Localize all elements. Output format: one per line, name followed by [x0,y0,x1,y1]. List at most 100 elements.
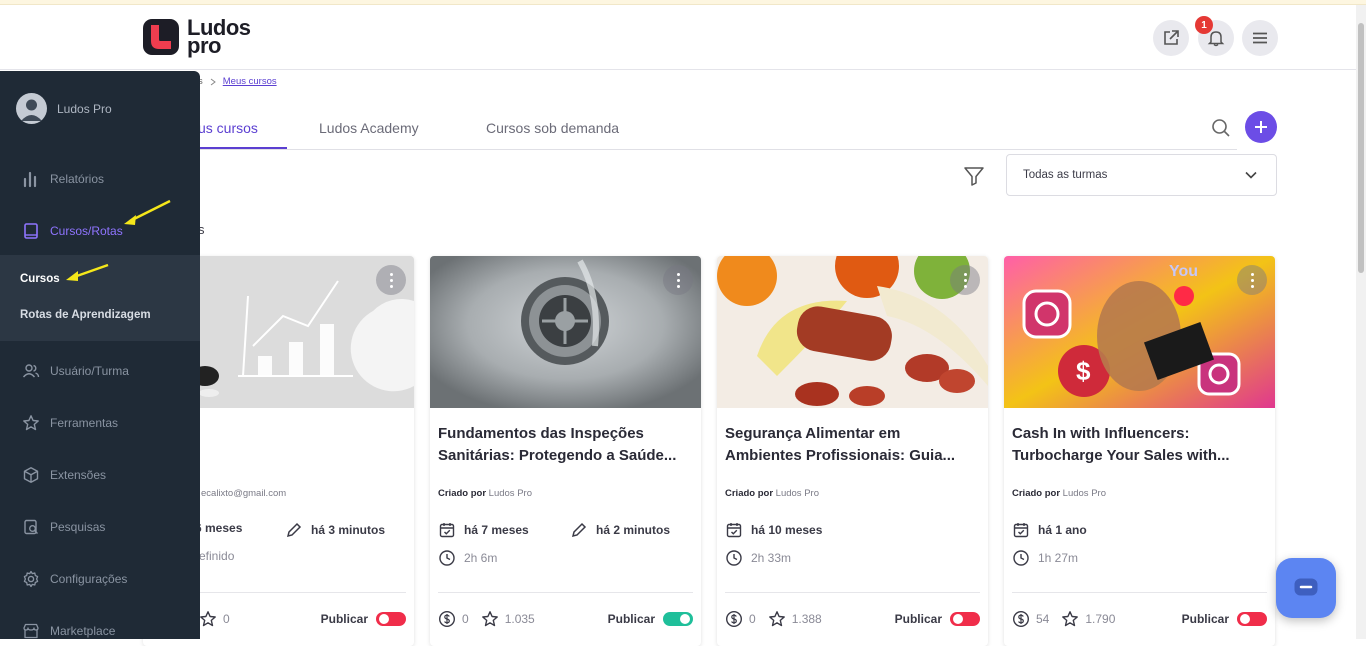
created-value: há 7 meses [464,523,529,537]
course-card[interactable]: Segurança Alimentar em Ambientes Profiss… [717,256,988,646]
sidebar-item-label: Configurações [50,572,128,586]
logo-text: Ludos pro [187,17,251,57]
course-card[interactable]: Fundamentos das Inspeções Sanitárias: Pr… [430,256,701,646]
creator-prefix: Criado por [1012,488,1061,499]
external-link-icon [1164,30,1179,45]
star-icon [481,611,498,627]
notifications-button[interactable]: 1 [1195,16,1234,56]
course-thumbnail: $ You [1004,256,1275,408]
star-icon [23,415,39,431]
updated-date: há 3 minutos [285,521,385,539]
svg-text:$: $ [1076,356,1091,386]
card-divider [438,592,693,593]
tab-cursos-sob-demanda[interactable]: Cursos sob demanda [486,120,619,136]
card-creator: Criado por Ludos Pro [438,488,532,499]
class-select[interactable]: Todas as turmas [1006,154,1277,196]
sidebar-item-usuario-turma[interactable]: Usuário/Turma [22,362,129,380]
users-icon [22,364,40,378]
price-count: 0 [725,610,756,628]
publish-toggle[interactable] [663,612,693,626]
course-card[interactable]: $ You Cash In with Influencers: Turbocha… [1004,256,1275,646]
creator-prefix: Criado por [438,488,487,499]
creator-name: Ludos Pro [488,488,532,499]
card-footer: 54 1.790 Publicar [1012,610,1267,628]
external-link-button[interactable] [1153,20,1189,56]
rating-value: 1.790 [1085,612,1116,626]
card-divider [1012,592,1267,593]
sidebar-item-cursos-rotas[interactable]: Cursos/Rotas [22,222,123,240]
publish-label: Publicar [1181,612,1229,626]
sidebar-item-configuracoes[interactable]: Configurações [22,570,127,588]
price-value: 0 [462,612,469,626]
publish-toggle[interactable] [950,612,980,626]
gear-icon [23,570,39,588]
sidebar: Ludos Pro Relatórios Cursos/Rotas Cursos… [0,71,200,639]
calendar-check-icon [726,523,742,538]
scrollbar-thumb[interactable] [1358,23,1364,273]
card-creator: Criado por Ludos Pro [1012,488,1106,499]
chat-icon [1294,578,1318,596]
sidebar-subitem-cursos[interactable]: Cursos [20,273,60,285]
created-date: há 7 meses [438,521,529,539]
notification-badge: 1 [1195,16,1213,34]
created-value: 6 meses [195,521,243,535]
menu-button[interactable] [1242,20,1278,56]
page-scrollbar[interactable] [1356,5,1366,639]
publish-label: Publicar [607,612,655,626]
created-date: 6 meses [195,521,242,535]
sidebar-item-ferramentas[interactable]: Ferramentas [22,414,118,432]
chevron-right-icon [210,78,216,85]
duration-value: efinido [199,549,235,563]
card-options-button[interactable] [1237,265,1267,295]
calendar-check-icon [1013,523,1029,538]
ludos-pro-logo[interactable]: Ludos pro [143,17,251,57]
course-title[interactable]: Segurança Alimentar em Ambientes Profiss… [725,423,980,467]
tab-meus-cursos[interactable]: us cursos [198,120,258,136]
dollar-icon [725,610,743,628]
course-thumbnail [717,256,988,408]
sidebar-item-label: Extensões [50,468,107,482]
class-select-value: Todas as turmas [1023,169,1108,181]
pencil-icon [571,522,587,538]
add-course-button[interactable] [1245,111,1277,143]
avatar [16,93,47,124]
top-header: Ludos pro 1 [0,5,1356,70]
publish-toggle[interactable] [376,612,406,626]
yellow-arrow-annotation-icon [66,263,109,281]
card-footer: 0 1.035 Publicar [438,610,693,628]
publish-label: Publicar [320,612,368,626]
search-button[interactable] [1209,116,1233,140]
course-title[interactable]: Cash In with Influencers: Turbocharge Yo… [1012,423,1267,467]
sidebar-user-name: Ludos Pro [57,101,112,116]
chat-button[interactable] [1276,558,1336,618]
price-count: 0 [438,610,469,628]
rating-value: 0 [223,612,230,626]
created-value: há 1 ano [1038,523,1087,537]
breadcrumb-current[interactable]: Meus cursos [223,76,277,87]
sidebar-item-relatorios[interactable]: Relatórios [22,170,104,188]
sidebar-item-pesquisas[interactable]: Pesquisas [22,518,105,536]
publish-label: Publicar [894,612,942,626]
breadcrumb: s Meus cursos [198,76,277,87]
created-date: há 10 meses [725,521,822,539]
card-options-button[interactable] [950,265,980,295]
rating-count: 1.790 [1061,610,1115,628]
creator-prefix: Criado por [725,488,774,499]
card-options-button[interactable] [376,265,406,295]
sidebar-subitem-rotas[interactable]: Rotas de Aprendizagem [20,309,151,321]
course-title[interactable]: Fundamentos das Inspeções Sanitárias: Pr… [438,423,693,467]
creator-name: Ludos Pro [1062,488,1106,499]
filter-button[interactable] [962,164,986,188]
tab-ludos-academy[interactable]: Ludos Academy [319,120,419,136]
sidebar-item-marketplace[interactable]: Marketplace [22,622,115,640]
price-count: 54 [1012,610,1049,628]
hamburger-icon [1253,32,1267,44]
card-options-button[interactable] [663,265,693,295]
dollar-icon [438,610,456,628]
publish-toggle[interactable] [1237,612,1267,626]
rating-count: 1.035 [481,610,535,628]
rating-value: 1.035 [504,612,535,626]
sidebar-user[interactable]: Ludos Pro [16,93,112,124]
plus-icon [1255,121,1267,133]
sidebar-item-extensoes[interactable]: Extensões [22,466,106,484]
